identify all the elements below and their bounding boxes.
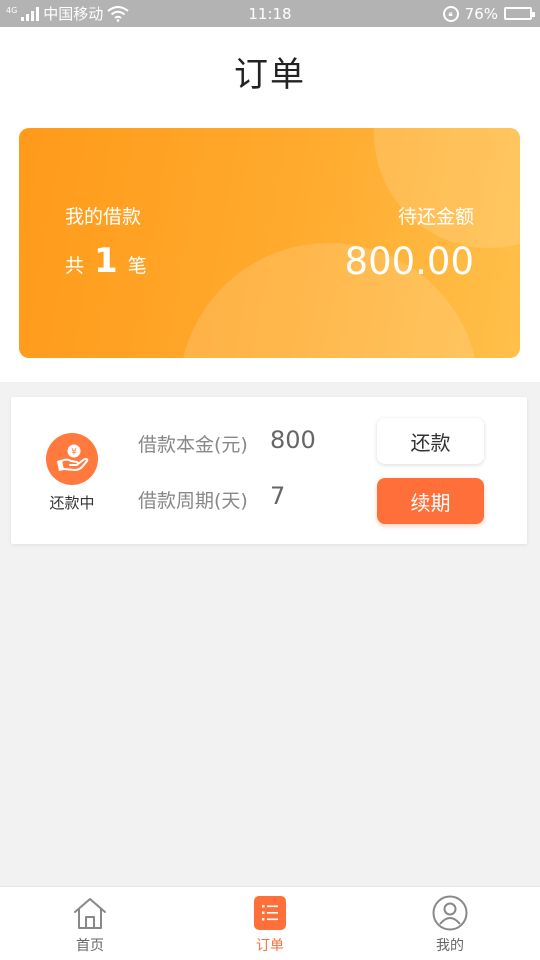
svg-text:¥: ¥ (71, 448, 77, 458)
principal-value: 800 (270, 426, 316, 454)
nav-item-orders[interactable]: 订单 (180, 887, 360, 960)
page-title: 订单 (234, 55, 306, 95)
home-icon (72, 895, 108, 931)
repay-button[interactable]: 还款 (377, 418, 484, 464)
header: 订单 我的借款 共 1 笔 待还金额 800.00 (0, 27, 540, 382)
repaying-icon: ¥ (46, 433, 98, 485)
status-bar: 4G 中国移动 11:18 🔒︎ 76% (0, 0, 540, 27)
order-list-icon (252, 895, 288, 931)
renew-button[interactable]: 续期 (377, 478, 484, 524)
loan-count: 共 1 笔 (65, 241, 147, 281)
nav-label-home: 首页 (76, 938, 104, 954)
nav-label-orders: 订单 (256, 938, 284, 954)
battery-percent: 76% (464, 4, 498, 23)
nav-item-home[interactable]: 首页 (0, 887, 180, 960)
count-value: 1 (94, 241, 118, 281)
bottom-nav: 首页 订单 我的 (0, 886, 540, 960)
due-amount-value: 800.00 (344, 240, 474, 283)
clock: 11:18 (248, 4, 292, 23)
nav-item-me[interactable]: 我的 (360, 887, 540, 960)
principal-label: 借款本金(元) (138, 434, 248, 456)
my-loan-label: 我的借款 (65, 206, 142, 228)
period-label: 借款周期(天) (138, 490, 248, 512)
due-amount-label: 待还金额 (397, 206, 474, 228)
user-icon (432, 895, 468, 931)
count-suffix: 笔 (127, 255, 147, 277)
order-status-label: 还款中 (49, 494, 95, 512)
status-bar-right: 🔒︎ 76% (442, 0, 535, 27)
battery-icon (504, 7, 535, 20)
rotation-lock-icon: 🔒︎ (442, 5, 459, 22)
order-item-card: ¥ 还款中 借款本金(元) 800 借款周期(天) 7 还款 续期 (11, 397, 527, 544)
decorative-circle (374, 128, 520, 248)
count-prefix: 共 (65, 255, 85, 277)
loan-summary-card: 我的借款 共 1 笔 待还金额 800.00 (19, 128, 520, 358)
nav-label-me: 我的 (436, 938, 464, 954)
period-value: 7 (270, 482, 286, 510)
